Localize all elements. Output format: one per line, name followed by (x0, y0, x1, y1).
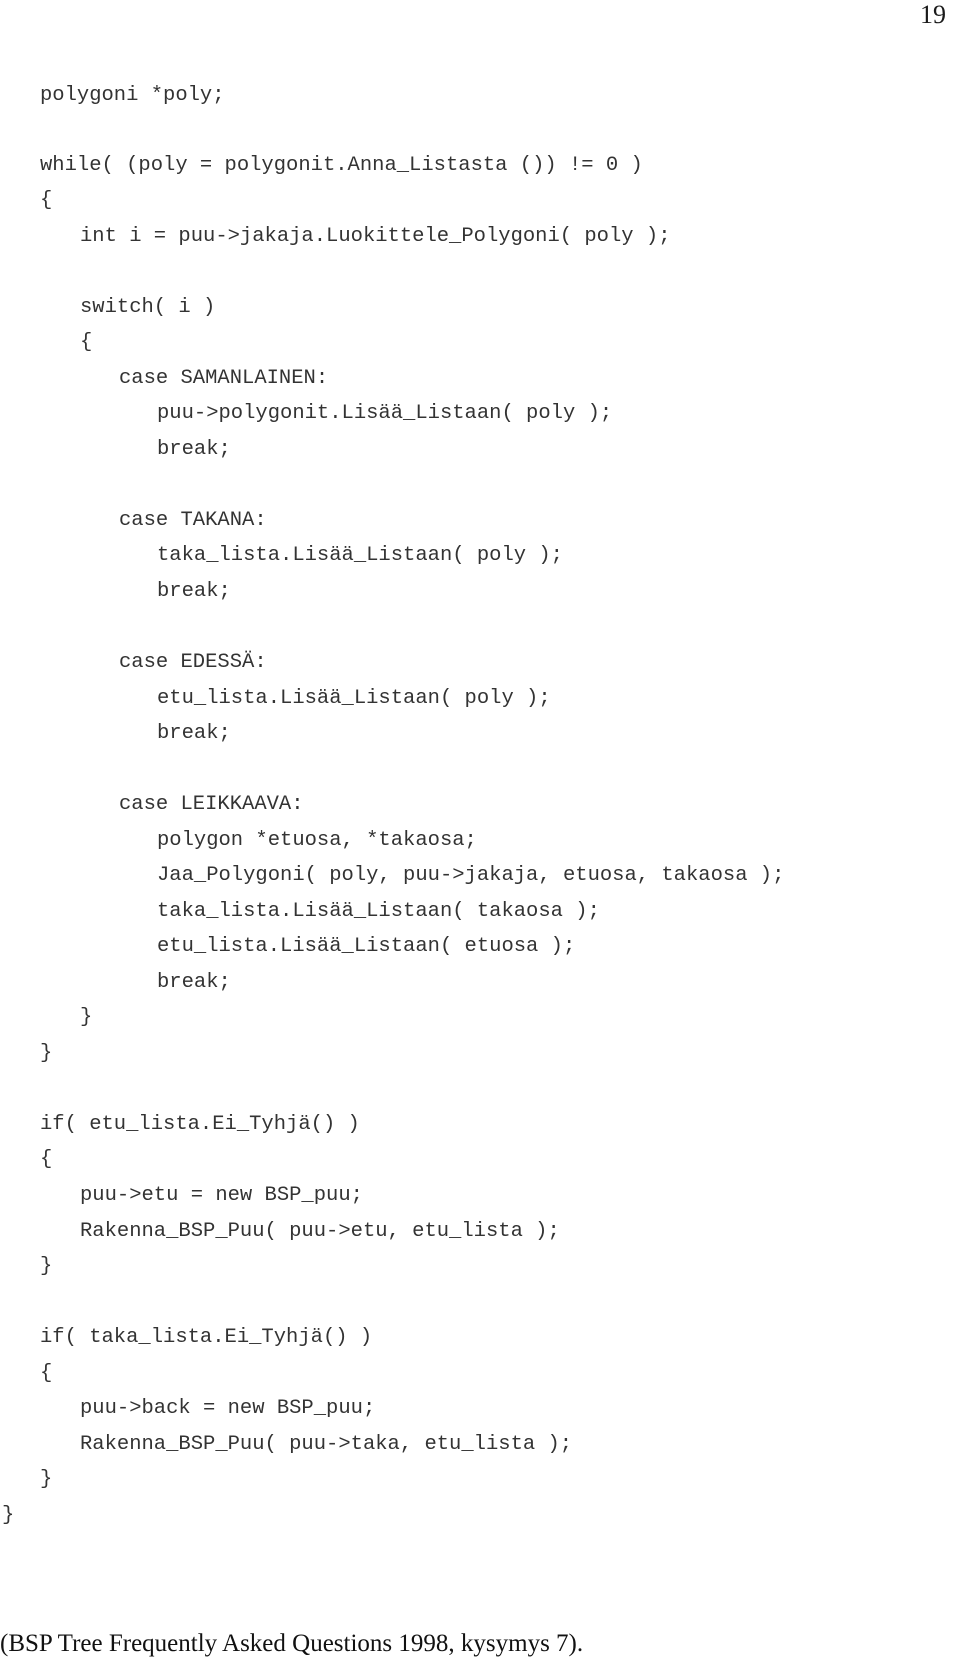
code-line: Rakenna_BSP_Puu( puu->etu, etu_lista ); (80, 1220, 560, 1243)
code-line: { (40, 189, 53, 212)
code-line: { (40, 1148, 53, 1171)
code-line: Rakenna_BSP_Puu( puu->taka, etu_lista ); (80, 1433, 573, 1456)
code-line: { (80, 331, 93, 354)
code-line: if( taka_lista.Ei_Tyhjä() ) (40, 1326, 373, 1349)
code-listing: polygoni *poly; while( (poly = polygonit.… (0, 0, 960, 1661)
code-line: etu_lista.Lisää_Listaan( etuosa ); (157, 935, 576, 958)
code-line: case SAMANLAINEN: (119, 367, 329, 390)
code-line: puu->etu = new BSP_puu; (80, 1184, 363, 1207)
code-line: polygon *etuosa, *takaosa; (157, 829, 477, 852)
code-line: } (40, 1468, 53, 1491)
code-line: } (40, 1255, 53, 1278)
code-line: if( etu_lista.Ei_Tyhjä() ) (40, 1113, 360, 1136)
code-line: Jaa_Polygoni( poly, puu->jakaja, etuosa,… (157, 864, 785, 887)
code-line: puu->back = new BSP_puu; (80, 1397, 376, 1420)
code-line: break; (157, 438, 231, 461)
code-line: switch( i ) (80, 296, 216, 319)
code-line: { (40, 1362, 53, 1385)
code-line: taka_lista.Lisää_Listaan( takaosa ); (157, 900, 600, 923)
code-line: } (80, 1006, 93, 1029)
code-line: case TAKANA: (119, 509, 267, 532)
code-line: } (40, 1042, 53, 1065)
code-line: } (2, 1504, 15, 1527)
source-caption: (BSP Tree Frequently Asked Questions 199… (0, 1630, 584, 1657)
code-line: break; (157, 971, 231, 994)
code-line: break; (157, 722, 231, 745)
code-line: taka_lista.Lisää_Listaan( poly ); (157, 544, 563, 567)
code-line: while( (poly = polygonit.Anna_Listasta (… (40, 154, 643, 177)
code-line: case EDESSÄ: (119, 651, 267, 674)
code-line: puu->polygonit.Lisää_Listaan( poly ); (157, 402, 613, 425)
code-line: polygoni *poly; (40, 84, 225, 107)
code-line: etu_lista.Lisää_Listaan( poly ); (157, 687, 551, 710)
code-line: case LEIKKAAVA: (119, 793, 304, 816)
code-line: int i = puu->jakaja.Luokittele_Polygoni(… (80, 225, 671, 248)
code-line: break; (157, 580, 231, 603)
